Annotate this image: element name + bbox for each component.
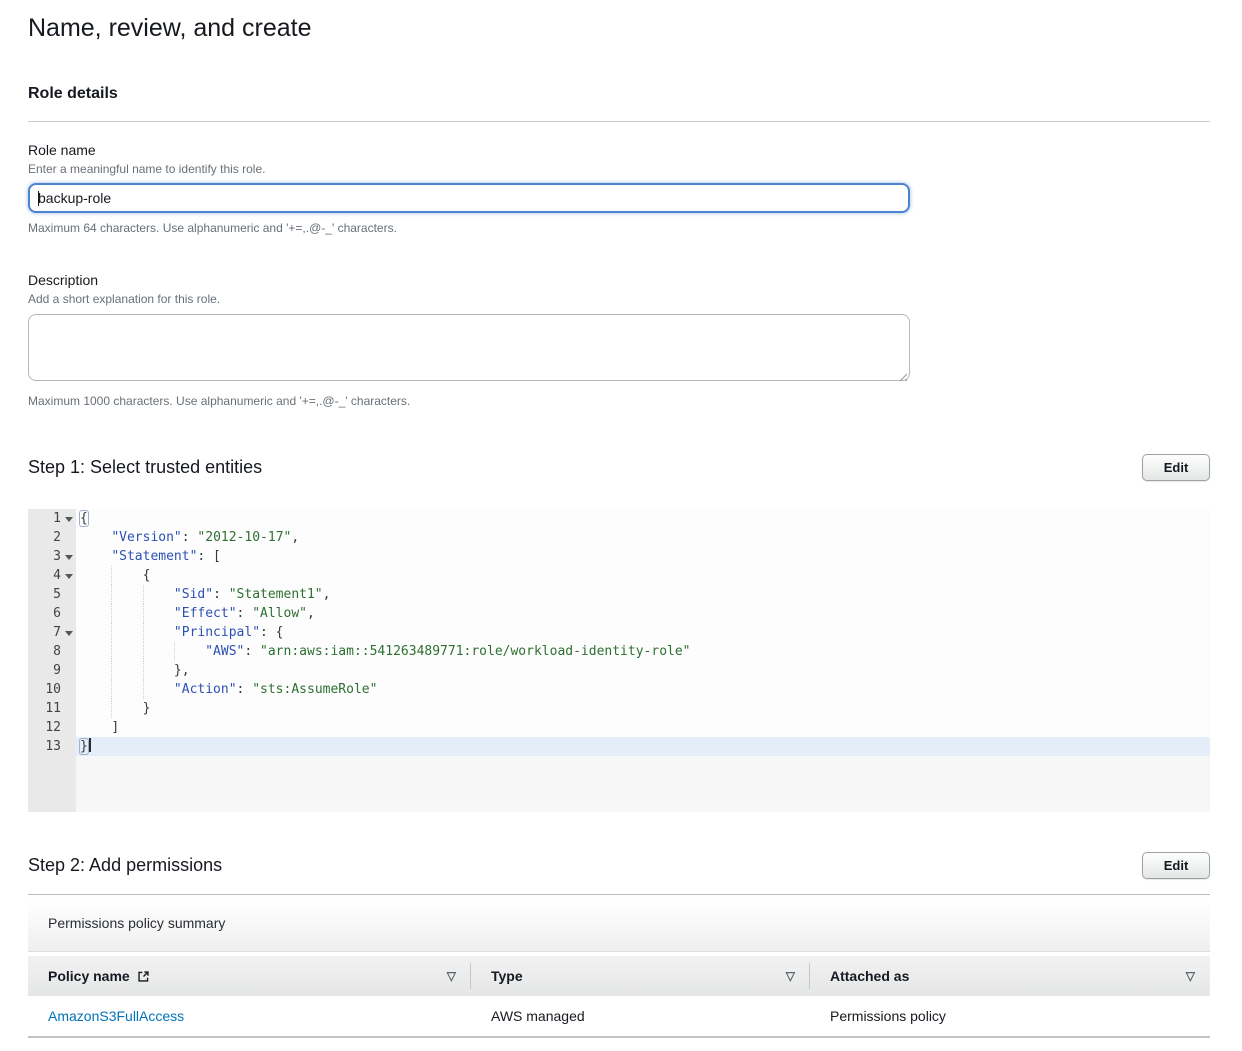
code-line: 9 }, bbox=[28, 661, 1210, 680]
step2-heading: Step 2: Add permissions bbox=[28, 855, 222, 876]
line-number: 6 bbox=[28, 604, 76, 623]
description-help: Add a short explanation for this role. bbox=[28, 292, 1210, 306]
sort-icon[interactable]: ▽ bbox=[1186, 970, 1195, 982]
indent-guide bbox=[111, 623, 112, 642]
page: Name, review, and create Role details Ro… bbox=[0, 14, 1242, 1038]
step1-heading: Step 1: Select trusted entities bbox=[28, 457, 262, 478]
role-name-constraint: Maximum 64 characters. Use alphanumeric … bbox=[28, 221, 1210, 235]
text-caret bbox=[38, 191, 39, 206]
code-text: "Statement": [ bbox=[76, 547, 1210, 566]
code-text: { bbox=[76, 509, 1210, 528]
indent-guide bbox=[174, 642, 175, 661]
indent-guide bbox=[143, 680, 144, 699]
column-header-attached-as[interactable]: Attached as ▽ bbox=[810, 956, 1210, 996]
code-line: 5 "Sid": "Statement1", bbox=[28, 585, 1210, 604]
line-number: 3 bbox=[28, 547, 76, 566]
column-header-type[interactable]: Type ▽ bbox=[471, 956, 810, 996]
policy-table-head: Policy name ▽ Type ▽ Attached as ▽ bbox=[28, 956, 1210, 996]
code-text: "AWS": "arn:aws:iam::541263489771:role/w… bbox=[76, 642, 1210, 661]
column-label: Attached as bbox=[830, 968, 909, 984]
code-line: 12 ] bbox=[28, 718, 1210, 737]
line-number: 1 bbox=[28, 509, 76, 528]
policy-table-body: AmazonS3FullAccess AWS managedPermissions… bbox=[28, 996, 1210, 1038]
attached-as-cell: Permissions policy bbox=[810, 1008, 1210, 1024]
line-number: 7 bbox=[28, 623, 76, 642]
trust-policy-editor[interactable]: 1{2 "Version": "2012-10-17",3 "Statement… bbox=[28, 509, 1210, 812]
line-number: 13 bbox=[28, 737, 76, 756]
description-label: Description bbox=[28, 272, 1210, 288]
code-line: 13} bbox=[28, 737, 1210, 756]
column-label: Type bbox=[491, 968, 523, 984]
code-text: }, bbox=[76, 661, 1210, 680]
code-text: "Version": "2012-10-17", bbox=[76, 528, 1210, 547]
policy-name-link[interactable]: AmazonS3FullAccess bbox=[48, 1008, 184, 1024]
code-text: "Effect": "Allow", bbox=[76, 604, 1210, 623]
code-line: 6 "Effect": "Allow", bbox=[28, 604, 1210, 623]
line-number: 10 bbox=[28, 680, 76, 699]
column-label: Policy name bbox=[48, 968, 130, 984]
external-link-icon[interactable] bbox=[137, 970, 150, 983]
sort-icon[interactable]: ▽ bbox=[447, 970, 456, 982]
indent-guide bbox=[143, 642, 144, 661]
step2-edit-button[interactable]: Edit bbox=[1142, 852, 1210, 879]
permissions-panel-title: Permissions policy summary bbox=[28, 895, 1210, 952]
indent-guide bbox=[143, 585, 144, 604]
fold-arrow-icon[interactable] bbox=[65, 574, 73, 579]
indent-guide bbox=[111, 642, 112, 661]
indent-guide bbox=[111, 661, 112, 680]
indent-guide bbox=[111, 699, 112, 718]
code-line: 11 } bbox=[28, 699, 1210, 718]
code-text: ] bbox=[76, 718, 1210, 737]
code-line: 1{ bbox=[28, 509, 1210, 528]
code-line: 7 "Principal": { bbox=[28, 623, 1210, 642]
indent-guide bbox=[143, 604, 144, 623]
sort-icon[interactable]: ▽ bbox=[786, 970, 795, 982]
code-text: "Sid": "Statement1", bbox=[76, 585, 1210, 604]
role-name-label: Role name bbox=[28, 142, 1210, 158]
indent-guide bbox=[111, 604, 112, 623]
line-number: 5 bbox=[28, 585, 76, 604]
line-number: 11 bbox=[28, 699, 76, 718]
line-number: 2 bbox=[28, 528, 76, 547]
code-text: "Action": "sts:AssumeRole" bbox=[76, 680, 1210, 699]
line-number: 8 bbox=[28, 642, 76, 661]
role-name-input[interactable] bbox=[28, 183, 910, 213]
code-text: { bbox=[76, 566, 1210, 585]
fold-arrow-icon[interactable] bbox=[65, 631, 73, 636]
code-line: 3 "Statement": [ bbox=[28, 547, 1210, 566]
description-field: Description Add a short explanation for … bbox=[28, 272, 1210, 408]
fold-arrow-icon[interactable] bbox=[65, 517, 73, 522]
line-number: 9 bbox=[28, 661, 76, 680]
column-header-policy-name[interactable]: Policy name ▽ bbox=[28, 956, 471, 996]
line-number: 4 bbox=[28, 566, 76, 585]
role-details-heading: Role details bbox=[28, 85, 1210, 103]
editor-caret bbox=[89, 738, 91, 752]
divider bbox=[28, 121, 1210, 122]
fold-arrow-icon[interactable] bbox=[65, 555, 73, 560]
page-title: Name, review, and create bbox=[28, 14, 1210, 43]
role-name-help: Enter a meaningful name to identify this… bbox=[28, 162, 1210, 176]
indent-guide bbox=[143, 661, 144, 680]
policy-type-cell: AWS managed bbox=[471, 1008, 810, 1024]
code-text: } bbox=[76, 699, 1210, 718]
code-lines: 1{2 "Version": "2012-10-17",3 "Statement… bbox=[28, 509, 1210, 756]
role-name-field: Role name Enter a meaningful name to ide… bbox=[28, 142, 1210, 235]
code-line: 8 "AWS": "arn:aws:iam::541263489771:role… bbox=[28, 642, 1210, 661]
table-row: AmazonS3FullAccess AWS managedPermissions… bbox=[28, 996, 1210, 1038]
indent-guide bbox=[111, 585, 112, 604]
permissions-panel: Permissions policy summary Policy name▽T… bbox=[28, 894, 1210, 1038]
code-text: "Principal": { bbox=[76, 623, 1210, 642]
code-line: 10 "Action": "sts:AssumeRole" bbox=[28, 680, 1210, 699]
step1-edit-button[interactable]: Edit bbox=[1142, 454, 1210, 481]
description-textarea[interactable] bbox=[28, 314, 910, 381]
line-number: 12 bbox=[28, 718, 76, 737]
description-constraint: Maximum 1000 characters. Use alphanumeri… bbox=[28, 394, 1210, 408]
code-text: } bbox=[76, 737, 1210, 756]
code-line: 2 "Version": "2012-10-17", bbox=[28, 528, 1210, 547]
code-line: 4 { bbox=[28, 566, 1210, 585]
indent-guide bbox=[111, 566, 112, 585]
indent-guide bbox=[143, 623, 144, 642]
indent-guide bbox=[111, 680, 112, 699]
